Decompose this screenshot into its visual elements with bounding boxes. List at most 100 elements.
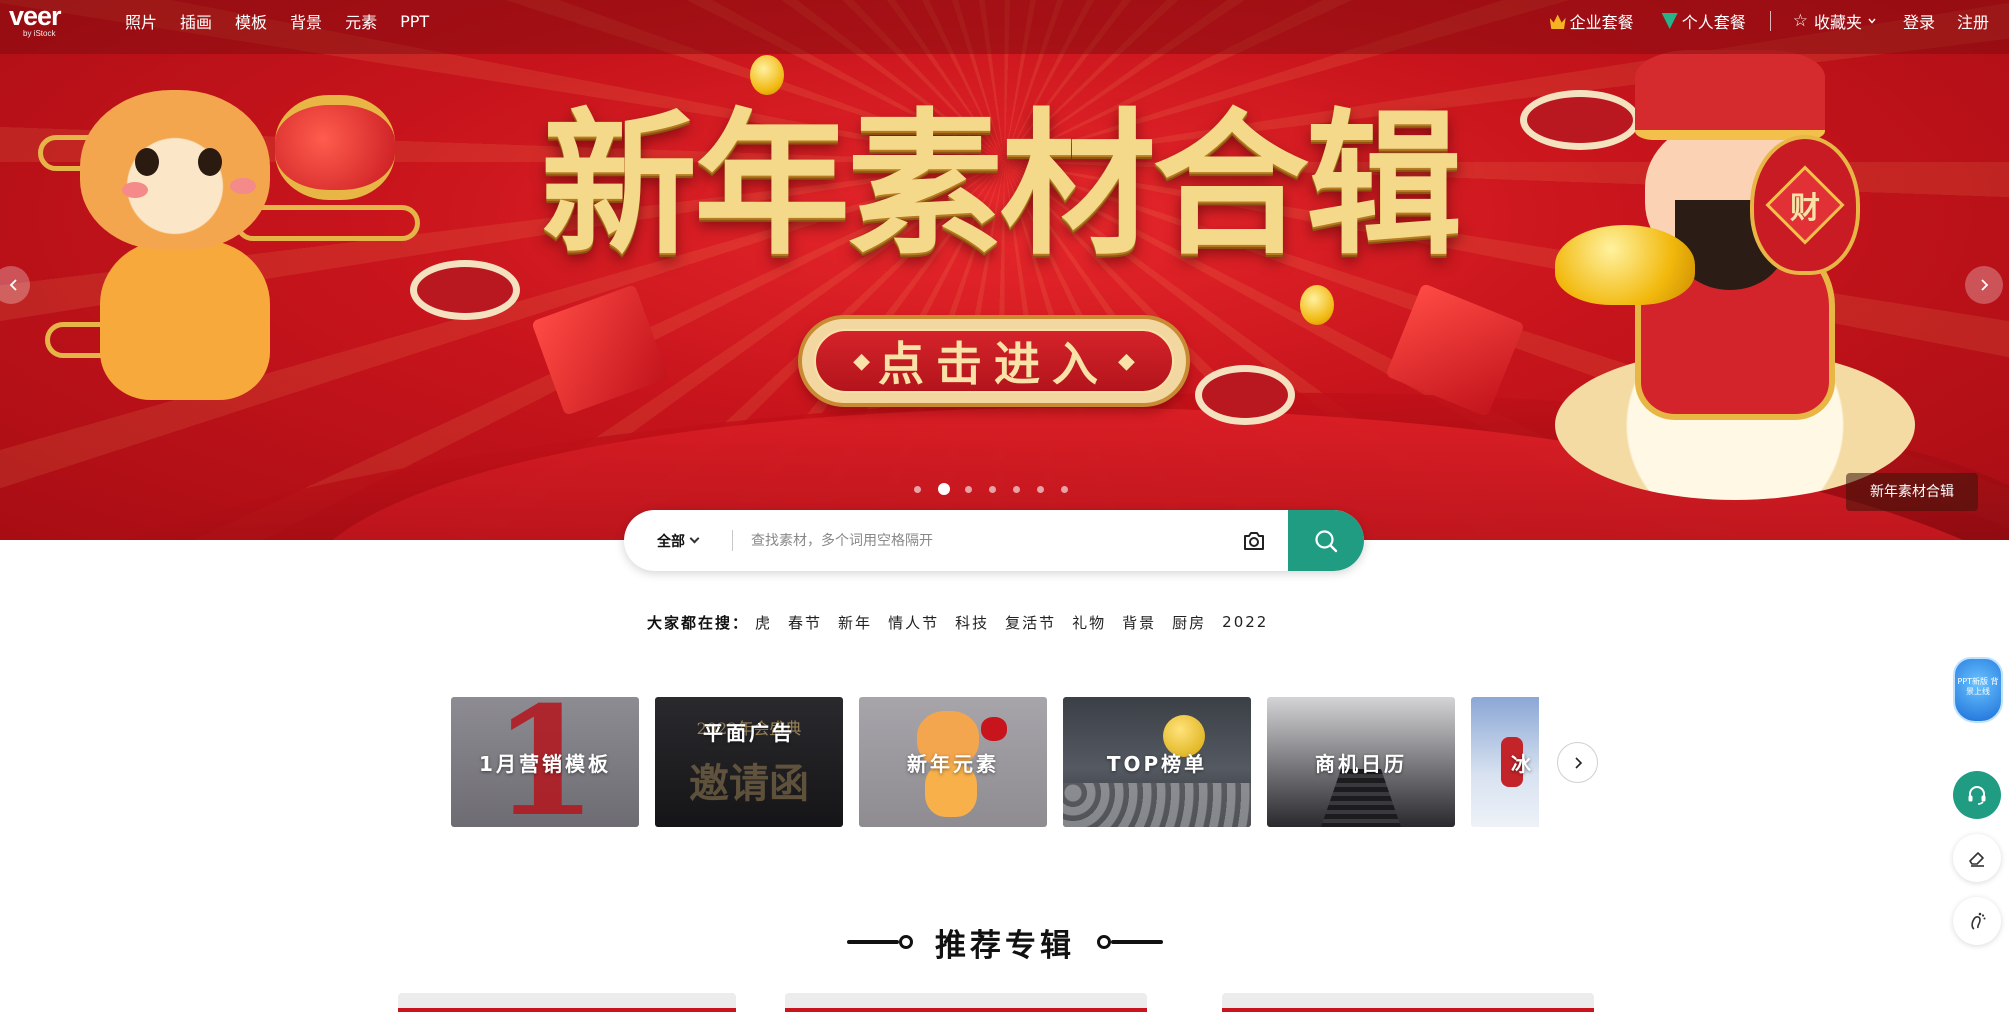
recommend-section-header: 推荐专辑	[830, 912, 1180, 972]
personal-plan-label: 个人套餐	[1681, 13, 1746, 32]
register-link[interactable]: 注册	[1957, 9, 1989, 33]
category-card-new-year-elements[interactable]: 新年元素	[859, 697, 1047, 827]
diamond-ornament: ◆	[853, 348, 870, 374]
hot-search-term[interactable]: 礼物	[1072, 612, 1106, 633]
nav-divider	[1769, 11, 1771, 31]
category-card-label: TOP榜单	[1106, 751, 1208, 776]
search-scope-label: 全部	[657, 533, 685, 550]
customer-service-button[interactable]	[1953, 771, 2001, 819]
album-card[interactable]	[1222, 993, 1594, 1012]
enterprise-plan-link[interactable]: 企业套餐	[1549, 9, 1634, 33]
nav-photos[interactable]: 照片	[125, 9, 157, 33]
crown-icon	[1549, 14, 1566, 29]
hero-enter-button[interactable]: ◆ 点击进入 ◆	[798, 315, 1190, 407]
search-scope-dropdown[interactable]: 全部	[657, 510, 700, 571]
hot-search-term[interactable]: 春节	[788, 612, 822, 633]
image-search-button[interactable]	[1241, 528, 1267, 554]
category-card-january-templates[interactable]: 1 1月营销模板	[451, 697, 639, 827]
login-label: 登录	[1902, 13, 1935, 32]
hero-banner[interactable]: 财 新年素材合辑 ◆ 点击进入 ◆ 新年素材合辑	[0, 0, 2009, 540]
hot-search-term[interactable]: 2022	[1222, 613, 1268, 631]
god-of-wealth-illustration: 财	[1525, 50, 1945, 520]
v-badge-icon	[1661, 13, 1678, 29]
hot-search-term[interactable]: 情人节	[888, 612, 939, 633]
search-button[interactable]	[1288, 510, 1364, 571]
carousel-dot[interactable]	[1061, 485, 1068, 493]
search-bar: 全部	[624, 510, 1364, 571]
money-bag: 财	[1750, 135, 1860, 275]
logo-subtext: by iStock	[23, 29, 56, 38]
diamond-ornament: ◆	[1118, 348, 1135, 374]
hot-search-term[interactable]: 虎	[755, 612, 772, 633]
hot-search-label: 大家都在搜：	[647, 613, 750, 632]
nav-ppt[interactable]: PPT	[400, 12, 429, 31]
veer-logo[interactable]: veer by iStock	[9, 3, 75, 39]
favorites-dropdown[interactable]: ☆ 收藏夹	[1793, 9, 1877, 33]
nav-templates[interactable]: 模板	[235, 9, 267, 33]
title-ornament-left	[847, 935, 913, 949]
album-card[interactable]	[398, 993, 736, 1012]
carousel-dot[interactable]	[1037, 485, 1044, 493]
star-icon: ☆	[1792, 11, 1808, 31]
register-label: 注册	[1956, 13, 1989, 32]
search-icon	[1315, 529, 1338, 552]
chevron-down-icon	[689, 533, 700, 544]
hero-title: 新年素材合辑	[541, 93, 1462, 276]
nav-backgrounds[interactable]: 背景	[290, 9, 322, 33]
top-navigation: veer by iStock 照片 插画 模板 背景 元素 PPT 企业套餐 个…	[0, 0, 2009, 54]
title-ornament-right	[1097, 935, 1163, 949]
category-card-label: 平面广告	[703, 721, 795, 745]
carousel-dot[interactable]	[914, 485, 921, 493]
coin-decoration	[1300, 285, 1334, 325]
hero-slide-tag[interactable]: 新年素材合辑	[1846, 473, 1978, 511]
category-nav: 照片 插画 模板 背景 元素 PPT	[125, 0, 452, 42]
floating-promo-badge[interactable]: PPT新版 背景上线	[1953, 657, 2003, 723]
personal-plan-link[interactable]: 个人套餐	[1661, 9, 1746, 33]
account-nav: 企业套餐 个人套餐 ☆ 收藏夹 登录 注册	[1549, 0, 1989, 42]
hot-search-term[interactable]: 新年	[838, 612, 872, 633]
recommend-section-title: 推荐专辑	[935, 927, 1075, 964]
hot-search-term[interactable]: 复活节	[1005, 612, 1056, 633]
feedback-button[interactable]	[1953, 834, 2001, 882]
category-card-ice[interactable]: 冰	[1471, 697, 1539, 827]
money-bag-char: 财	[1790, 191, 1820, 226]
footprint-icon	[1971, 912, 1986, 930]
chevron-down-icon	[1868, 18, 1876, 24]
category-card-print-ads[interactable]: 2022年会盛典 邀请函 平面广告	[655, 697, 843, 827]
camera-icon	[1244, 532, 1264, 550]
search-input[interactable]	[751, 524, 1231, 557]
carousel-dot[interactable]	[938, 483, 950, 495]
category-card-top-charts[interactable]: TOP榜单	[1063, 697, 1251, 827]
hero-cta-label: 点击进入	[878, 337, 1110, 391]
hot-search-term[interactable]: 厨房	[1172, 612, 1206, 633]
album-card[interactable]	[785, 993, 1147, 1012]
carousel-dot[interactable]	[1013, 485, 1020, 493]
category-card-label: 商机日历	[1315, 751, 1407, 776]
category-card-label: 冰	[1511, 751, 1534, 776]
login-link[interactable]: 登录	[1903, 9, 1935, 33]
carousel-indicators	[914, 483, 1085, 495]
chevron-right-icon	[1574, 756, 1582, 769]
carousel-dot[interactable]	[965, 485, 972, 493]
hot-search-terms: 大家都在搜： 虎 春节 新年 情人节 科技 复活节 礼物 背景 厨房 2022	[647, 610, 1284, 634]
hot-search-term[interactable]: 背景	[1122, 612, 1156, 633]
hot-search-term[interactable]: 科技	[955, 612, 989, 633]
nav-illustrations[interactable]: 插画	[180, 9, 212, 33]
category-card-label: 新年元素	[907, 751, 999, 776]
chevron-left-icon	[9, 279, 17, 291]
nav-elements[interactable]: 元素	[345, 9, 377, 33]
favorites-label: 收藏夹	[1813, 13, 1862, 32]
lantern-decoration	[275, 95, 395, 200]
search-divider	[732, 530, 733, 551]
chevron-right-icon	[1981, 279, 1989, 291]
card-background-text: 邀请函	[689, 760, 809, 807]
category-card-label: 1月营销模板	[479, 751, 611, 776]
headset-icon	[1968, 786, 1986, 805]
category-carousel: 1 1月营销模板 2022年会盛典 邀请函 平面广告 新年元素 TOP榜单 商机…	[451, 697, 1539, 827]
category-next-button[interactable]	[1557, 742, 1598, 783]
carousel-dot[interactable]	[989, 485, 996, 493]
category-card-business-calendar[interactable]: 商机日历	[1267, 697, 1455, 827]
carousel-next-button[interactable]	[1965, 266, 2003, 304]
footprint-button[interactable]	[1953, 897, 2001, 945]
enterprise-plan-label: 企业套餐	[1569, 13, 1634, 32]
